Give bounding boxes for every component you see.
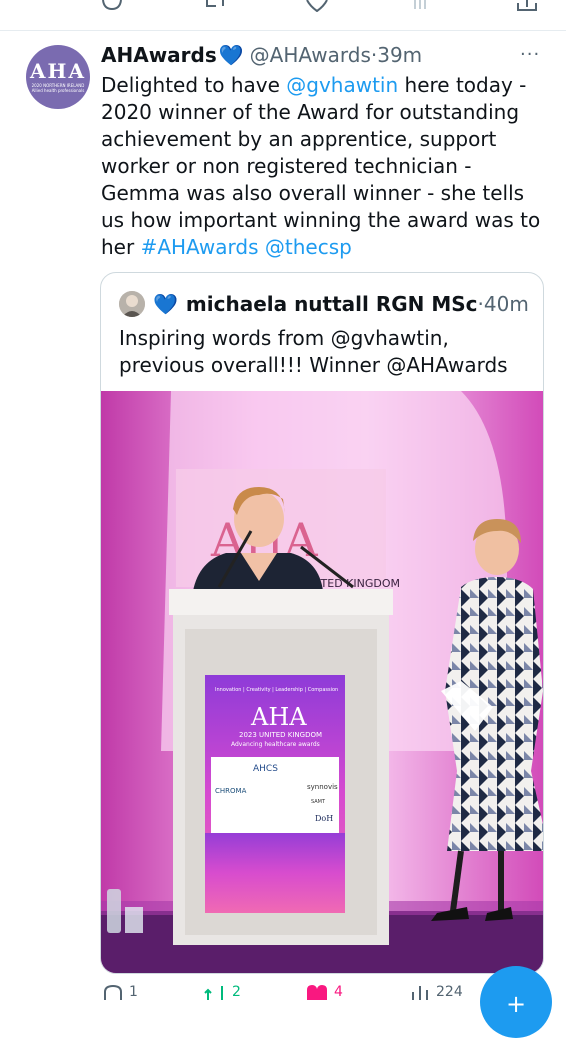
views-icon[interactable] xyxy=(411,0,429,10)
more-options-icon[interactable]: ··· xyxy=(520,44,542,65)
previous-tweet-action-bar xyxy=(0,0,566,18)
display-name[interactable]: AHAwards xyxy=(101,43,217,67)
quoted-avatar[interactable] xyxy=(119,291,145,317)
screen-logo: AHA xyxy=(250,703,307,731)
sponsor-logo: CHROMA xyxy=(215,787,247,795)
quoted-display-name[interactable]: michaela nuttall RGN MSc xyxy=(186,292,478,316)
handle[interactable]: @AHAwards xyxy=(250,43,371,67)
retweet-count: 2 xyxy=(232,984,241,1000)
screen-subtitle: Advancing healthcare awards xyxy=(231,741,320,748)
avatar[interactable]: AHA 2020 NORTHERN IRELAND Allied health … xyxy=(26,45,90,109)
views-count: 224 xyxy=(436,984,463,1000)
heart-emoji: 💙 xyxy=(153,292,178,316)
sponsor-logo: synnovis xyxy=(307,783,338,791)
reply-icon xyxy=(104,984,122,1000)
retweet-icon xyxy=(204,986,223,1000)
sponsor-logo: DoH xyxy=(315,814,333,823)
quoted-avatar-image xyxy=(119,291,145,317)
quoted-header: 💙 michaela nuttall RGN MSc · 40m xyxy=(153,289,529,319)
views-button[interactable]: 224 xyxy=(410,984,463,1000)
reply-button[interactable]: 1 xyxy=(103,984,138,1000)
tweet-header: AHAwards 💙 @AHAwards · 39m xyxy=(101,40,422,70)
screen-title: 2023 UNITED KINGDOM xyxy=(239,731,322,739)
avatar-logo: AHA xyxy=(30,59,86,83)
mention-link[interactable]: @thecsp xyxy=(265,235,352,259)
tweet-divider xyxy=(0,30,566,31)
quoted-text: Inspiring words from @gvhawtin, previous… xyxy=(119,326,508,377)
like-icon xyxy=(307,985,327,1000)
plus-icon: + xyxy=(505,990,527,1018)
screen-tagline: Innovation | Creativity | Leadership | C… xyxy=(215,687,338,693)
like-icon[interactable] xyxy=(306,0,328,12)
like-button[interactable]: 4 xyxy=(306,984,343,1000)
retweet-button[interactable]: 2 xyxy=(204,984,241,1000)
event-photo[interactable]: AHA UNITED KINGDOM Innovation | Creativi… xyxy=(101,391,543,973)
mention-link[interactable]: @gvhawtin xyxy=(286,73,398,97)
retweet-icon[interactable] xyxy=(204,0,226,10)
tweet-text-part: here today - 2020 winner of the Award fo… xyxy=(101,73,541,259)
share-icon[interactable] xyxy=(516,0,538,12)
tweet-text: Delighted to have @gvhawtin here today -… xyxy=(101,72,551,261)
reply-icon[interactable] xyxy=(101,0,123,10)
tweet-text-part: Delighted to have xyxy=(101,73,287,97)
timestamp[interactable]: 39m xyxy=(377,43,422,67)
sponsor-logo: SAMT xyxy=(311,799,326,805)
sponsor-logo: AHCS xyxy=(253,764,278,774)
quoted-tweet-card[interactable]: 💙 michaela nuttall RGN MSc · 40m Inspiri… xyxy=(100,272,544,974)
views-icon xyxy=(412,986,428,1000)
reply-count: 1 xyxy=(129,984,138,1000)
like-count: 4 xyxy=(334,984,343,1000)
quoted-timestamp[interactable]: 40m xyxy=(484,292,529,316)
hashtag-link[interactable]: #AHAwards xyxy=(141,235,259,259)
compose-button[interactable]: + xyxy=(480,966,552,1038)
avatar-subtitle: 2020 NORTHERN IRELAND Allied health prof… xyxy=(31,83,85,93)
heart-emoji: 💙 xyxy=(218,43,244,67)
